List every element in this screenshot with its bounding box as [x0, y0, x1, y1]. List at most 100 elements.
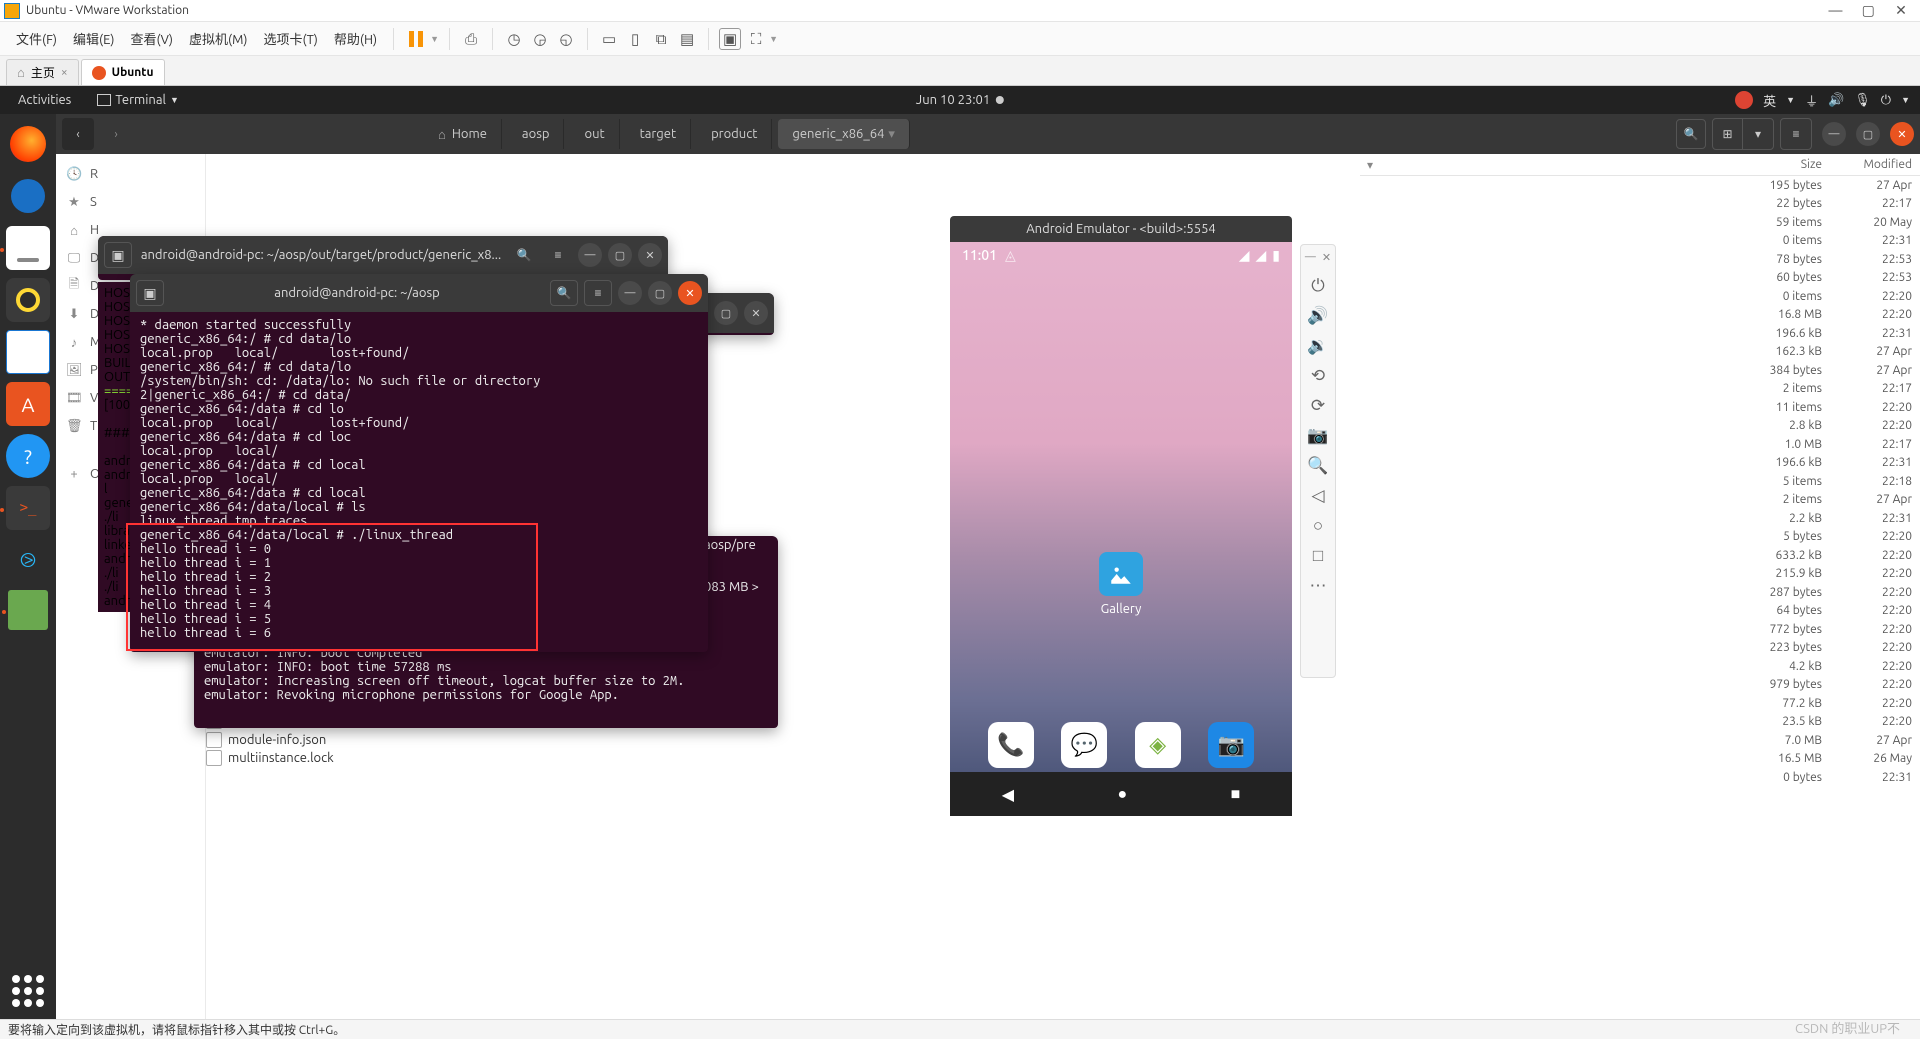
menu-edit[interactable]: 编辑(E) [67, 25, 120, 52]
tab-home-close-icon[interactable]: × [61, 66, 68, 79]
dock-show-apps[interactable] [10, 973, 46, 1009]
table-row[interactable]: 2.2 kB22:31 [1360, 509, 1920, 528]
table-row[interactable]: 64 bytes22:20 [1360, 602, 1920, 621]
view-single-icon[interactable]: ▭ [598, 28, 620, 50]
messages-icon[interactable]: 💬 [1061, 722, 1107, 768]
app-menu-terminal[interactable]: Terminal ▼ [89, 91, 187, 109]
table-row[interactable]: 384 bytes27 Apr [1360, 361, 1920, 380]
terminal-menu-icon[interactable]: ≡ [584, 280, 612, 306]
view-grid-icon[interactable]: ⊞ [1713, 119, 1743, 149]
view-dropdown-icon[interactable]: ▾ [1743, 119, 1773, 149]
emu-zoom-icon[interactable]: 🔍 [1304, 452, 1332, 480]
table-row[interactable]: 772 bytes22:20 [1360, 620, 1920, 639]
table-row[interactable]: 23.5 kB22:20 [1360, 713, 1920, 732]
table-row[interactable]: 2 items27 Apr [1360, 491, 1920, 510]
new-tab-button[interactable]: ▣ [104, 242, 132, 268]
table-row[interactable]: 0 items22:31 [1360, 232, 1920, 251]
table-row[interactable]: 77.2 kB22:20 [1360, 694, 1920, 713]
table-row[interactable]: 979 bytes22:20 [1360, 676, 1920, 695]
table-row[interactable]: 223 bytes22:20 [1360, 639, 1920, 658]
breadcrumb-out[interactable]: out [570, 119, 619, 149]
dock-firefox[interactable] [6, 122, 50, 166]
nautilus-search-button[interactable]: 🔍 [1676, 119, 1706, 149]
terminal-close[interactable]: ✕ [744, 301, 768, 325]
terminal-window-back2[interactable]: ▢ ✕ [700, 293, 774, 335]
tab-ubuntu[interactable]: Ubuntu [81, 59, 165, 85]
breadcrumb-home[interactable]: Home [424, 119, 502, 149]
tab-home[interactable]: ⌂ 主页 × [6, 59, 79, 85]
table-row[interactable]: 633.2 kB22:20 [1360, 546, 1920, 565]
dock-rhythmbox[interactable] [6, 278, 50, 322]
nav-home-icon[interactable]: ● [1117, 785, 1127, 804]
table-row[interactable]: 0 bytes22:31 [1360, 768, 1920, 787]
close-button[interactable]: ✕ [1886, 2, 1916, 19]
emu-screenshot-icon[interactable]: 📷 [1304, 422, 1332, 450]
volume-icon[interactable]: 🔊 [1828, 93, 1844, 108]
dock-terminal[interactable]: >_ [6, 486, 50, 530]
activities-button[interactable]: Activities [10, 91, 79, 109]
menu-vm[interactable]: 虚拟机(M) [183, 25, 254, 52]
emu-overview-icon[interactable]: □ [1304, 542, 1332, 570]
dock-vscode[interactable]: ⧁ [6, 538, 50, 582]
table-row[interactable]: 11 items22:20 [1360, 398, 1920, 417]
view-unity-icon[interactable]: ⧉ [650, 28, 672, 50]
power-icon[interactable]: ⏻ [1881, 93, 1891, 108]
view-console-icon[interactable]: ▯ [624, 28, 646, 50]
breadcrumb-product[interactable]: product [697, 119, 772, 149]
table-row[interactable]: 7.0 MB27 Apr [1360, 731, 1920, 750]
screen-record-icon[interactable] [1735, 91, 1753, 109]
mic-icon[interactable]: 🎙 [1854, 93, 1871, 108]
snapshot-revert-icon[interactable]: ◶ [529, 28, 551, 50]
emulator-screen[interactable]: 11:01 ◬ ◢ ◢ ▮ Gallery 📞 💬 ◈ 📷 ◀ ● [950, 242, 1292, 816]
terminal-maximize[interactable]: ▢ [648, 281, 672, 305]
system-dropdown-icon[interactable]: ▼ [1901, 95, 1910, 105]
hamburger-icon[interactable]: ≡ [1781, 119, 1811, 149]
terminal-close[interactable]: ✕ [678, 281, 702, 305]
clock[interactable]: Jun 10 23:01 [916, 93, 1004, 107]
terminal-window-main[interactable]: ▣ android@android-pc: ~/aosp 🔍 ≡ — ▢ ✕ *… [130, 274, 708, 652]
emu-rotate-left-icon[interactable]: ⟲ [1304, 362, 1332, 390]
emu-back-icon[interactable]: ◁ [1304, 482, 1332, 510]
fullscreen-icon[interactable]: ▣ [719, 28, 741, 50]
col-size[interactable]: Size [1732, 158, 1822, 171]
emu-tool-close[interactable]: ✕ [1322, 251, 1331, 264]
snapshot-take-icon[interactable]: ◷ [503, 28, 525, 50]
table-row[interactable]: 4.2 kB22:20 [1360, 657, 1920, 676]
table-row[interactable]: 195 bytes27 Apr [1360, 176, 1920, 195]
view-thumbnail-icon[interactable]: ▤ [676, 28, 698, 50]
nautilus-minimize[interactable]: — [1822, 122, 1846, 146]
app-gallery[interactable]: Gallery [1099, 552, 1143, 616]
table-row[interactable]: 1.0 MB22:17 [1360, 435, 1920, 454]
table-row[interactable]: 16.8 MB22:20 [1360, 306, 1920, 325]
nav-back-icon[interactable]: ◀ [1002, 785, 1014, 804]
power-dropdown-icon[interactable]: ▼ [430, 34, 439, 44]
network-icon[interactable]: ⏚ [1805, 91, 1818, 110]
dock-libreoffice[interactable] [6, 330, 50, 374]
dock-files[interactable] [6, 226, 50, 270]
table-row[interactable]: 59 items20 May [1360, 213, 1920, 232]
breadcrumb-aosp[interactable]: aosp [508, 119, 565, 149]
file-row[interactable]: multiinstance.lock [206, 749, 377, 768]
android-emulator-window[interactable]: Android Emulator - <build>:5554 11:01 ◬ … [950, 216, 1292, 989]
terminal-search-icon[interactable]: 🔍 [550, 280, 578, 306]
snapshot-manage-icon[interactable]: ◵ [555, 28, 577, 50]
emu-rotate-right-icon[interactable]: ⟳ [1304, 392, 1332, 420]
col-modified[interactable]: Modified [1842, 158, 1912, 171]
menu-view[interactable]: 查看(V) [125, 25, 179, 52]
terminal-search-icon[interactable]: 🔍 [510, 242, 538, 268]
table-row[interactable]: 2 items22:17 [1360, 380, 1920, 399]
table-row[interactable]: 196.6 kB22:31 [1360, 454, 1920, 473]
table-row[interactable]: 196.6 kB22:31 [1360, 324, 1920, 343]
table-row[interactable]: 5 bytes22:20 [1360, 528, 1920, 547]
maximize-button[interactable]: ▢ [1853, 2, 1883, 19]
nav-back-button[interactable]: ‹ [62, 118, 94, 150]
emu-home-icon[interactable]: ○ [1304, 512, 1332, 540]
input-lang[interactable]: 英 [1763, 91, 1776, 110]
send-ctrlaltdel-icon[interactable]: ⎙ [460, 28, 482, 50]
emu-volume-up-icon[interactable]: 🔊 [1304, 302, 1332, 330]
table-row[interactable]: 16.5 MB26 May [1360, 750, 1920, 769]
table-row[interactable]: 0 items22:20 [1360, 287, 1920, 306]
minimize-button[interactable]: — [1821, 2, 1851, 18]
lang-dropdown-icon[interactable]: ▼ [1786, 95, 1795, 105]
nav-forward-button[interactable]: › [100, 118, 132, 150]
